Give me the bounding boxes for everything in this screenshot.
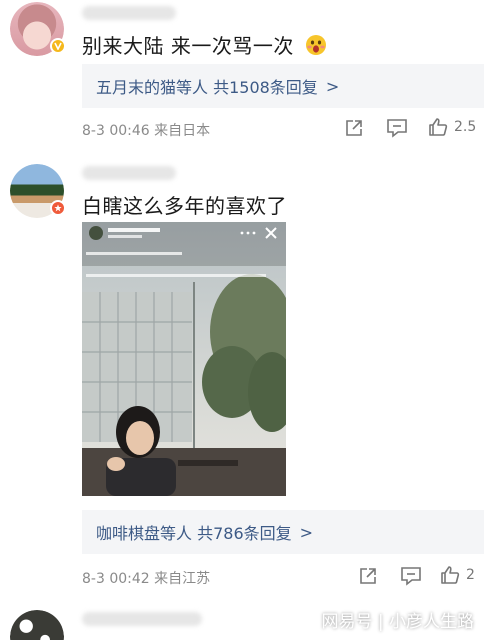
avatar[interactable] (10, 610, 64, 640)
username-blurred[interactable] (82, 166, 176, 180)
comment-2: 白瞎这么多年的喜欢了 咖啡棋盘等人 共786条回复 > 8-3 00:42 来自… (0, 150, 484, 600)
share-icon (346, 120, 362, 136)
replies-summary-text: 咖啡棋盘等人 共786条回复 (96, 524, 292, 543)
like-button[interactable]: 2 (440, 565, 475, 585)
comment-icon (401, 567, 421, 586)
comment-meta: 8-3 00:46 来自日本 (82, 123, 211, 139)
verified-badge-icon (50, 38, 66, 54)
attached-photo[interactable] (82, 222, 286, 496)
reply-button[interactable] (386, 118, 408, 138)
like-count: 2 (466, 567, 475, 583)
astonished-face-icon (305, 34, 327, 61)
share-button[interactable] (344, 118, 364, 138)
thumbs-up-icon (441, 566, 460, 584)
like-button[interactable]: 2.5 (428, 117, 476, 137)
chevron-right-icon: > (299, 522, 314, 542)
replies-summary-link[interactable]: 五月末的猫等人 共1508条回复 > (82, 64, 484, 108)
replies-summary-text: 五月末的猫等人 共1508条回复 (96, 78, 318, 97)
username-blurred[interactable] (82, 6, 176, 20)
verified-badge-icon (50, 200, 66, 216)
like-count: 2.5 (454, 119, 477, 135)
thumbs-up-icon (429, 118, 448, 136)
comment-text: 白瞎这么多年的喜欢了 (82, 194, 287, 218)
share-icon (360, 568, 376, 584)
watermark: 网易号 | 小彦人生路 (321, 612, 474, 632)
username-blurred[interactable] (82, 612, 202, 626)
replies-summary-link[interactable]: 咖啡棋盘等人 共786条回复 > (82, 510, 484, 554)
story-screenshot (82, 222, 286, 496)
comment-1: 别来大陆 来一次骂一次 五月末的猫等人 共1508条回复 > 8-3 00:46… (0, 0, 484, 150)
chevron-right-icon: > (325, 76, 340, 96)
reply-button[interactable] (400, 566, 422, 586)
comment-text: 别来大陆 来一次骂一次 (82, 30, 327, 61)
avatar-image (10, 610, 64, 640)
comment-icon (387, 119, 407, 138)
share-button[interactable] (358, 566, 378, 586)
comment-meta: 8-3 00:42 来自江苏 (82, 571, 211, 587)
